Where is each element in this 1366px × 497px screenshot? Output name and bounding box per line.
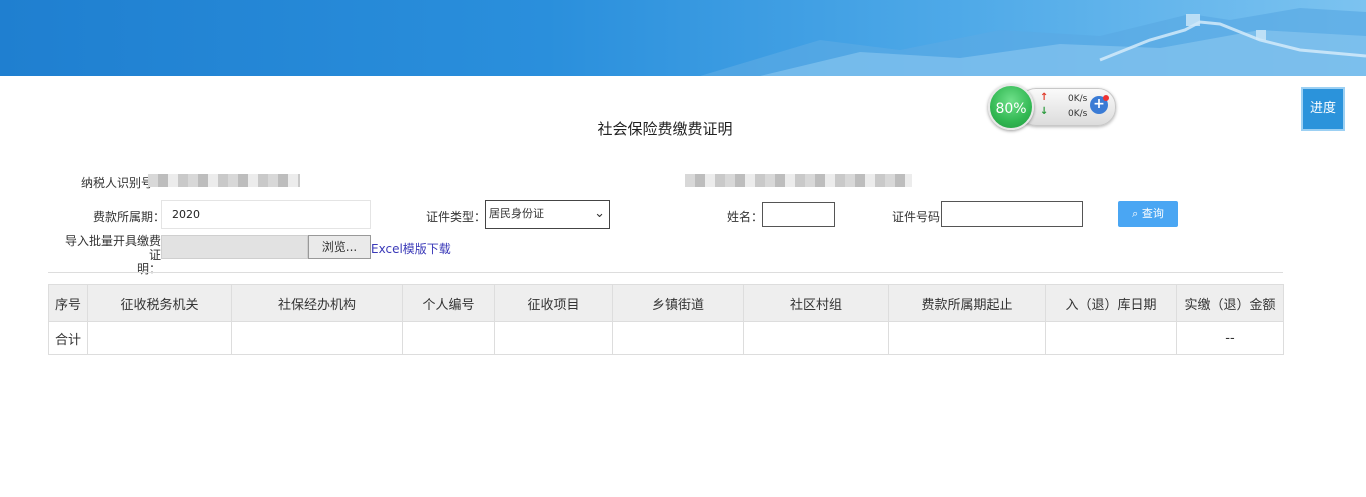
table-cell [494,321,613,355]
download-arrow-icon: ↓ [1040,106,1049,117]
import-label: 导入批量开具缴费证 明： [64,234,161,276]
table-cell [888,321,1046,355]
taxpayer-id-label: 纳税人识别号 [81,176,154,190]
table-header-row: 序号 征收税务机关 社保经办机构 个人编号 征收项目 乡镇街道 社区村组 费款所… [48,284,1284,322]
table-cell [743,321,889,355]
table-row: 合计 -- [48,321,1284,355]
table-cell [612,321,744,355]
file-path-field[interactable] [161,235,308,259]
search-icon: ⌕ [1132,207,1139,220]
page-title: 社会保险费缴费证明 [597,120,733,138]
notification-dot [1103,95,1109,101]
chevron-down-icon: ⌄ [594,206,605,221]
download-speed: 0K/s [1068,109,1088,119]
progress-button[interactable]: 进度 [1301,87,1345,131]
payment-table: 序号 征收税务机关 社保经办机构 个人编号 征收项目 乡镇街道 社区村组 费款所… [48,284,1284,355]
query-button[interactable]: ⌕ 查询 [1118,201,1178,227]
column-header: 入（退）库日期 [1045,284,1177,322]
column-header: 序号 [48,284,88,322]
column-header: 实缴（退）金额 [1176,284,1284,322]
period-input[interactable]: 2020 [161,200,371,229]
taxpayer-name-value-redacted [685,174,912,187]
table-cell [231,321,403,355]
upload-arrow-icon: ↑ [1040,92,1049,103]
column-header: 个人编号 [402,284,495,322]
table-cell: 合计 [48,321,88,355]
taxpayer-id-value-redacted [148,174,300,187]
column-header: 乡镇街道 [612,284,744,322]
upload-speed: 0K/s [1068,94,1088,104]
column-header: 社保经办机构 [231,284,403,322]
excel-template-link[interactable]: Excel模版下载 [371,240,451,257]
memory-percent-ball[interactable]: 80% [988,84,1034,130]
column-header: 社区村组 [743,284,889,322]
column-header: 征收税务机关 [87,284,232,322]
name-label: 姓名： [727,210,764,224]
great-wall-illustration [700,8,1366,76]
header-banner [0,0,1366,76]
table-cell [402,321,495,355]
name-input[interactable] [762,202,835,227]
network-speed-widget[interactable]: 80% ↑ ↓ 0K/s 0K/s + [988,84,1116,130]
id-type-select[interactable]: 居民身份证 ⌄ [485,200,610,229]
table-cell [87,321,232,355]
id-type-label: 证件类型： [426,210,487,224]
column-header: 费款所属期起止 [888,284,1046,322]
id-number-label: 证件号码: [892,210,945,224]
table-cell [1045,321,1177,355]
id-number-input[interactable] [941,201,1083,227]
id-type-selected: 居民身份证 [489,207,544,220]
column-header: 征收项目 [494,284,613,322]
table-cell: -- [1176,321,1284,355]
browse-button[interactable]: 浏览... [308,235,371,259]
period-label: 费款所属期： [93,210,166,224]
divider [48,272,1283,273]
